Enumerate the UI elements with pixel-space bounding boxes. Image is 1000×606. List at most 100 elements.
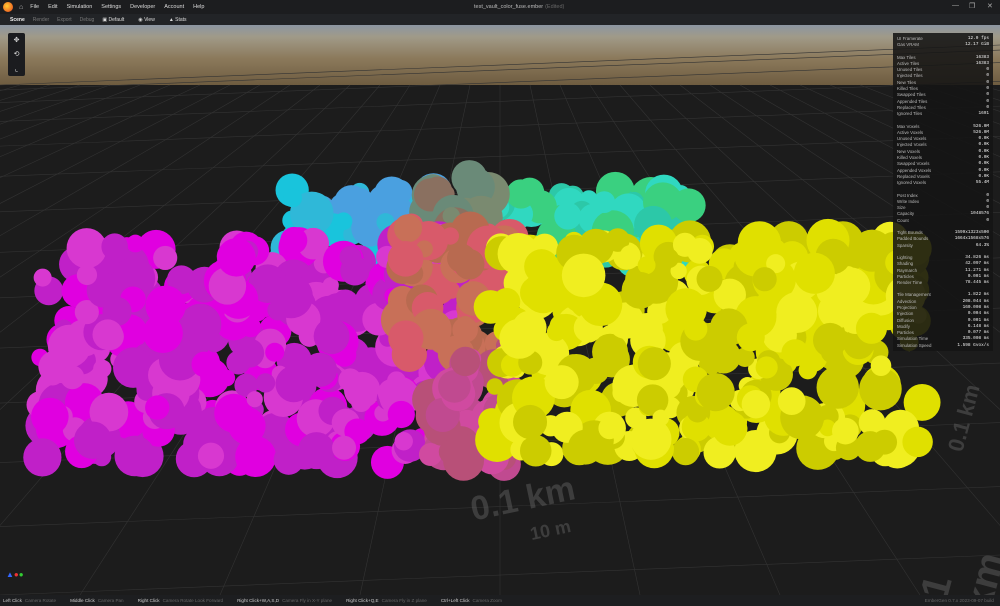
smoke-puff <box>736 323 765 352</box>
smoke-puff <box>452 316 478 343</box>
smoke-puff <box>265 342 285 362</box>
minimize-icon[interactable]: — <box>952 2 959 9</box>
smoke-puff <box>338 368 362 392</box>
stat-label: Count <box>897 217 909 223</box>
tab-render[interactable]: Render <box>33 17 49 23</box>
stat-value: 12.17 GiB <box>965 42 989 48</box>
menu-edit[interactable]: Edit <box>48 4 57 10</box>
menu-help[interactable]: Help <box>193 4 204 10</box>
tab-export[interactable]: Export <box>57 17 71 23</box>
smoke-puff <box>113 347 154 388</box>
scale-icon[interactable]: ⌞ <box>15 65 18 73</box>
smoke-puff <box>393 214 423 243</box>
stat-value: 1.598 Gvox/s <box>957 342 989 348</box>
smoke-puff <box>114 435 156 477</box>
smoke-puff <box>652 409 670 427</box>
3d-viewport[interactable]: 0.1 km 10 m 1 km 0.1 km ✥ ⟲ ⌞ UI Framera… <box>0 25 1000 595</box>
menu-developer[interactable]: Developer <box>130 4 155 10</box>
smoke-puff <box>388 320 424 356</box>
menu-file[interactable]: File <box>30 4 39 10</box>
smoke-puff <box>350 188 373 211</box>
window-title: test_vault_color_fuse.ember (Edited) <box>474 4 564 10</box>
app-logo <box>3 2 13 12</box>
smoke-puff <box>23 438 62 477</box>
toolbar: Scene Render Export Debug ▣ Default ◉ Vi… <box>0 14 1000 25</box>
shortcut-hint: Right Click Camera Rotate Look Forward <box>138 598 223 603</box>
close-icon[interactable]: ✕ <box>987 2 993 10</box>
shortcut-action: Camera Fly in Z plane <box>381 598 427 603</box>
menu-settings[interactable]: Settings <box>101 4 121 10</box>
smoke-puff <box>332 435 357 460</box>
axis-gizmo-icon: ▲●● <box>6 570 24 579</box>
smoke-puff <box>126 234 145 253</box>
smoke-puff <box>872 429 898 455</box>
smoke-puff <box>741 390 771 419</box>
stat-label: Simulation Speed <box>897 342 932 348</box>
rotate-icon[interactable]: ⟲ <box>14 50 20 58</box>
smoke-puff <box>153 245 178 270</box>
smoke-puff <box>451 160 488 196</box>
home-icon[interactable]: ⌂ <box>19 4 23 11</box>
view-button[interactable]: ◉ View <box>138 17 155 23</box>
smoke-puff <box>438 439 464 465</box>
shortcut-key: Ctrl+Left Click <box>440 598 470 603</box>
restore-icon[interactable]: ❐ <box>969 2 975 10</box>
smoke-puff <box>76 264 98 286</box>
menu-simulation[interactable]: Simulation <box>67 4 93 10</box>
view-label: View <box>144 16 155 23</box>
smoke-puff <box>387 179 413 205</box>
smoke-puff <box>598 417 621 440</box>
menu-bar: ⌂ File Edit Simulation Settings Develope… <box>0 0 1000 14</box>
smoke-puff <box>350 391 372 412</box>
smoke-puff <box>387 400 415 429</box>
stat-value: 64.3% <box>975 242 989 248</box>
edited-state: (Edited) <box>545 4 565 10</box>
shortcut-action: Camera Rotate Look Forward <box>162 598 224 603</box>
smoke-puff <box>637 347 671 381</box>
stat-label: Ignored Tiles <box>897 111 923 117</box>
stat-value: 55.4M <box>975 180 989 186</box>
smoke-puff <box>793 252 835 294</box>
smoke-puff <box>275 365 312 403</box>
stat-value: 0 <box>986 217 989 223</box>
stat-label: Render Time <box>897 280 923 286</box>
smoke-puff <box>31 397 69 436</box>
menu-account[interactable]: Account <box>164 4 184 10</box>
shortcut-key: Right Click+W,A,S,D <box>237 598 280 603</box>
stats-button[interactable]: ▲ Stats <box>169 17 187 23</box>
smoke-puff <box>283 188 303 208</box>
layout-label: Default <box>108 16 125 23</box>
smoke-puff <box>567 429 603 465</box>
smoke-puff <box>593 191 616 214</box>
smoke-puff <box>453 248 485 280</box>
smoke-puff <box>658 248 679 269</box>
tab-scene[interactable]: Scene <box>10 17 25 23</box>
smoke-puff <box>561 253 606 298</box>
smoke-puff <box>418 442 443 467</box>
smoke-puff <box>73 421 112 459</box>
smoke-puff <box>755 356 778 379</box>
shortcut-hint: Ctrl+Left Click Camera Zoom <box>441 598 502 603</box>
smoke-puff <box>334 212 353 231</box>
smoke-puff <box>313 318 350 355</box>
layout-default-button[interactable]: ▣ Default <box>102 17 124 23</box>
smoke-puff <box>441 227 460 245</box>
file-name: test_vault_color_fuse.ember <box>474 4 544 10</box>
smoke-puff <box>228 407 266 445</box>
smoke-puff <box>297 432 335 470</box>
stat-label: Sparsity <box>897 242 913 248</box>
shortcut-hint: Left Click Camera Rotate <box>3 598 56 603</box>
tab-debug[interactable]: Debug <box>80 17 95 23</box>
smoke-puff <box>60 365 85 390</box>
smoke-puff <box>637 256 656 275</box>
stats-panel: UI Framerate 12.0 fps Gas VRAM 12.17 GiB Max… <box>893 33 993 351</box>
smoke-puff <box>832 417 859 445</box>
smoke-puff <box>777 387 806 416</box>
smoke-puff <box>506 179 536 209</box>
smoke-puff <box>512 310 547 345</box>
smoke-puff <box>696 372 735 412</box>
move-icon[interactable]: ✥ <box>14 36 20 44</box>
stat-label: Ignored Voxels <box>897 180 927 186</box>
smoke-puff <box>436 414 453 431</box>
smoke-puff <box>870 355 892 377</box>
